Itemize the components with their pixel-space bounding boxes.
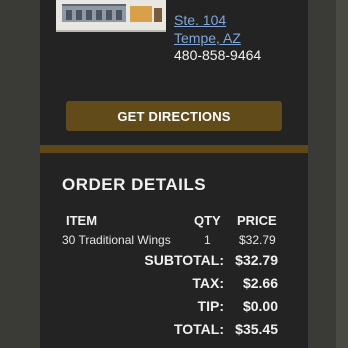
total-value: $35.45 — [235, 321, 278, 337]
address-line-suite-link[interactable]: Ste. 104 — [174, 12, 226, 29]
tax-value: $2.66 — [242, 275, 278, 291]
store-window — [66, 10, 72, 20]
column-header-qty: QTY — [194, 213, 221, 228]
order-details-section: ORDER DETAILS ITEM QTY PRICE 30 Traditio… — [40, 153, 308, 348]
column-header-price: PRICE — [237, 213, 277, 228]
address-city-link[interactable]: Tempe, AZ — [174, 30, 241, 47]
tax-label: TAX: — [192, 275, 224, 291]
store-window — [86, 10, 92, 20]
store-window — [106, 10, 112, 20]
get-directions-button[interactable]: GET DIRECTIONS — [66, 101, 282, 131]
subtotal-value: $32.79 — [235, 252, 278, 268]
section-divider — [40, 145, 308, 153]
store-photo — [56, 0, 166, 32]
phone-number: 480-858-9464 — [174, 47, 262, 63]
content-panel: Ste. 104 Tempe, AZ 480-858-9464 GET DIRE… — [40, 0, 308, 348]
store-window — [116, 10, 122, 20]
order-item-qty: 1 — [204, 233, 211, 247]
subtotal-label: SUBTOTAL: — [144, 252, 224, 268]
total-label: TOTAL: — [173, 321, 224, 337]
tip-value: $0.00 — [242, 298, 278, 314]
store-sign — [130, 6, 152, 22]
location-section: Ste. 104 Tempe, AZ 480-858-9464 GET DIRE… — [40, 0, 308, 142]
order-item-price: $32.79 — [239, 233, 276, 247]
left-margin — [0, 0, 40, 348]
right-margin — [308, 0, 348, 348]
store-window — [76, 10, 82, 20]
store-door — [154, 8, 162, 22]
order-item-name: 30 Traditional Wings — [62, 233, 171, 247]
tip-label: TIP: — [197, 298, 224, 314]
column-header-item: ITEM — [66, 213, 98, 228]
store-window — [96, 10, 102, 20]
order-details-title: ORDER DETAILS — [62, 175, 207, 194]
